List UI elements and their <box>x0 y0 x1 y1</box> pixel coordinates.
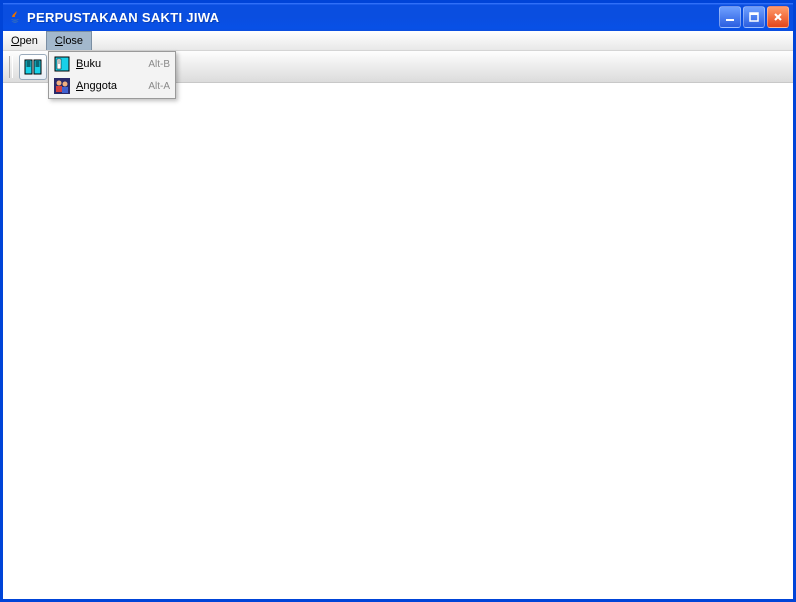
toolbar-book-button[interactable] <box>19 54 47 80</box>
java-icon <box>7 9 23 25</box>
menu-close-underline: C <box>55 35 63 47</box>
book-icon <box>54 56 70 72</box>
menubar: Open Close <box>3 31 793 51</box>
titlebar[interactable]: PERPUSTAKAAN SAKTI JIWA <box>3 3 793 31</box>
menu-item-buku-shortcut: Alt-B <box>148 59 170 70</box>
menu-close-rest: lose <box>63 35 83 47</box>
menu-item-anggota[interactable]: Anggota Alt-A <box>50 75 174 97</box>
toolbar-handle[interactable] <box>9 56 13 78</box>
toolbar: Buku Alt-B Anggota Alt-A <box>3 51 793 83</box>
menu-item-buku-label: Buku <box>76 58 142 70</box>
book-columns-icon <box>24 58 42 76</box>
menu-item-buku[interactable]: Buku Alt-B <box>50 53 174 75</box>
menu-item-anggota-label: Anggota <box>76 80 142 92</box>
minimize-button[interactable] <box>719 6 741 28</box>
dropdown-menu-close: Buku Alt-B Anggota Alt-A <box>48 51 176 99</box>
menu-open-rest: pen <box>20 35 38 47</box>
content-area <box>3 83 793 599</box>
close-window-button[interactable] <box>767 6 789 28</box>
maximize-button[interactable] <box>743 6 765 28</box>
menu-open-underline: O <box>11 35 20 47</box>
window-title: PERPUSTAKAAN SAKTI JIWA <box>27 10 719 25</box>
menu-close[interactable]: Close <box>46 31 92 50</box>
menu-item-anggota-shortcut: Alt-A <box>148 81 170 92</box>
application-window: PERPUSTAKAAN SAKTI JIWA Open Close <box>0 0 796 602</box>
window-controls <box>719 6 789 28</box>
member-icon <box>54 78 70 94</box>
menu-open[interactable]: Open <box>3 31 46 50</box>
